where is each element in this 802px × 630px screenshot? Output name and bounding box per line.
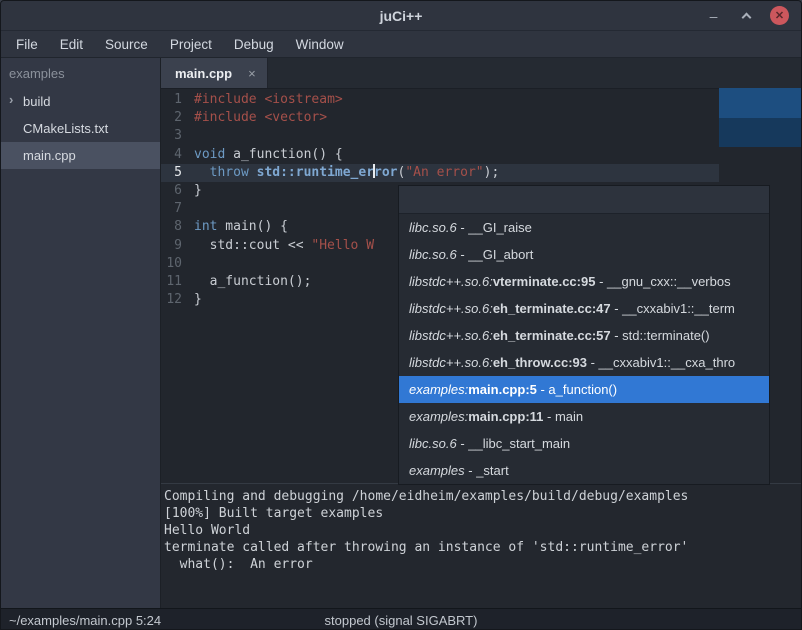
backtrace-popup-header bbox=[399, 186, 769, 214]
project-header: examples bbox=[1, 58, 160, 88]
tab-main-cpp[interactable]: main.cpp × bbox=[161, 58, 268, 88]
editor-line-2[interactable]: 2#include <vector> bbox=[161, 109, 802, 127]
tree-item-label: main.cpp bbox=[23, 148, 76, 163]
backtrace-row[interactable]: examples:main.cpp:5 - a_function() bbox=[399, 376, 769, 403]
tree-item-build[interactable]: › build bbox=[1, 88, 160, 115]
minimize-icon: – bbox=[710, 8, 718, 24]
statusbar: stopped (signal SIGABRT) ~/examples/main… bbox=[1, 608, 801, 630]
tree-item-label: build bbox=[23, 94, 50, 109]
editor-line-5[interactable]: 5 throw std::runtime_error("An error"); bbox=[161, 164, 802, 182]
line-number: 8 bbox=[161, 218, 191, 236]
code-text: void a_function() { bbox=[191, 146, 343, 164]
window-title: juCi++ bbox=[380, 8, 423, 24]
editor-blue-overlay-top bbox=[719, 88, 802, 118]
menu-window[interactable]: Window bbox=[285, 31, 355, 57]
tree-item-cmakelists-txt[interactable]: CMakeLists.txt bbox=[1, 115, 160, 142]
cursor-location: ~/examples/main.cpp 5:24 bbox=[1, 613, 161, 628]
tabbar: main.cpp × bbox=[161, 58, 802, 89]
tab-close-icon[interactable]: × bbox=[248, 66, 256, 81]
titlebar: juCi++ – ✕ bbox=[1, 1, 801, 31]
menu-source[interactable]: Source bbox=[94, 31, 159, 57]
terminal-line: Compiling and debugging /home/eidheim/ex… bbox=[164, 488, 802, 505]
editor-line-3[interactable]: 3 bbox=[161, 127, 802, 145]
tree-item-label: CMakeLists.txt bbox=[23, 121, 108, 136]
line-number: 4 bbox=[161, 146, 191, 164]
expander-icon[interactable]: › bbox=[9, 92, 13, 107]
backtrace-row[interactable]: examples - _start bbox=[399, 457, 769, 484]
line-number: 6 bbox=[161, 182, 191, 200]
tab-label: main.cpp bbox=[175, 66, 232, 81]
close-icon: ✕ bbox=[775, 9, 784, 22]
backtrace-row[interactable]: libstdc++.so.6:vterminate.cc:95 - __gnu_… bbox=[399, 268, 769, 295]
menu-edit[interactable]: Edit bbox=[49, 31, 94, 57]
code-text: } bbox=[191, 182, 202, 200]
code-text: a_function(); bbox=[191, 273, 311, 291]
terminal-line: terminate called after throwing an insta… bbox=[164, 539, 802, 556]
terminal-output: Compiling and debugging /home/eidheim/ex… bbox=[164, 488, 802, 573]
menu-file[interactable]: File bbox=[5, 31, 49, 57]
terminal-line: [100%] Built target examples bbox=[164, 505, 802, 522]
terminal-line: Hello World bbox=[164, 522, 802, 539]
tree-item-main-cpp[interactable]: main.cpp bbox=[1, 142, 160, 169]
menu-project[interactable]: Project bbox=[159, 31, 223, 57]
line-number: 3 bbox=[161, 127, 191, 145]
editor-blue-overlay-bottom bbox=[719, 118, 802, 147]
backtrace-row[interactable]: libc.so.6 - __libc_start_main bbox=[399, 430, 769, 457]
code-text: std::cout << "Hello W bbox=[191, 237, 374, 255]
backtrace-row[interactable]: libstdc++.so.6:eh_terminate.cc:57 - std:… bbox=[399, 322, 769, 349]
sidebar: examples › build CMakeLists.txt main.cpp bbox=[1, 58, 161, 608]
line-number: 12 bbox=[161, 291, 191, 309]
code-text bbox=[191, 255, 194, 273]
editor-line-1[interactable]: 1#include <iostream> bbox=[161, 91, 802, 109]
menubar: FileEditSourceProjectDebugWindow bbox=[1, 31, 801, 58]
line-number: 7 bbox=[161, 200, 191, 218]
minimize-button[interactable]: – bbox=[704, 6, 723, 25]
code-text bbox=[191, 127, 194, 145]
backtrace-popup: libc.so.6 - __GI_raiselibc.so.6 - __GI_a… bbox=[398, 185, 770, 485]
backtrace-row[interactable]: libstdc++.so.6:eh_terminate.cc:47 - __cx… bbox=[399, 295, 769, 322]
backtrace-row[interactable]: libc.so.6 - __GI_raise bbox=[399, 214, 769, 241]
editor-line-4[interactable]: 4void a_function() { bbox=[161, 146, 802, 164]
code-text: throw std::runtime_error("An error"); bbox=[191, 164, 499, 182]
code-text: #include <vector> bbox=[191, 109, 327, 127]
terminal-line: what(): An error bbox=[164, 556, 802, 573]
backtrace-list: libc.so.6 - __GI_raiselibc.so.6 - __GI_a… bbox=[399, 214, 769, 484]
line-number: 9 bbox=[161, 237, 191, 255]
code-text: int main() { bbox=[191, 218, 288, 236]
line-number: 1 bbox=[161, 91, 191, 109]
close-button[interactable]: ✕ bbox=[770, 6, 789, 25]
code-text: } bbox=[191, 291, 202, 309]
maximize-icon bbox=[742, 13, 752, 23]
line-number: 10 bbox=[161, 255, 191, 273]
menu-debug[interactable]: Debug bbox=[223, 31, 285, 57]
file-tree: › build CMakeLists.txt main.cpp bbox=[1, 88, 160, 169]
line-number: 5 bbox=[161, 164, 191, 182]
terminal-panel[interactable]: Compiling and debugging /home/eidheim/ex… bbox=[161, 483, 802, 608]
code-text bbox=[191, 200, 194, 218]
backtrace-row[interactable]: examples:main.cpp:11 - main bbox=[399, 403, 769, 430]
maximize-button[interactable] bbox=[737, 6, 756, 25]
juci-window: juCi++ – ✕ FileEditSourceProjectDebugWin… bbox=[0, 0, 802, 630]
window-controls: – ✕ bbox=[704, 1, 789, 30]
line-number: 11 bbox=[161, 273, 191, 291]
code-text: #include <iostream> bbox=[191, 91, 343, 109]
backtrace-row[interactable]: libstdc++.so.6:eh_throw.cc:93 - __cxxabi… bbox=[399, 349, 769, 376]
backtrace-row[interactable]: libc.so.6 - __GI_abort bbox=[399, 241, 769, 268]
line-number: 2 bbox=[161, 109, 191, 127]
